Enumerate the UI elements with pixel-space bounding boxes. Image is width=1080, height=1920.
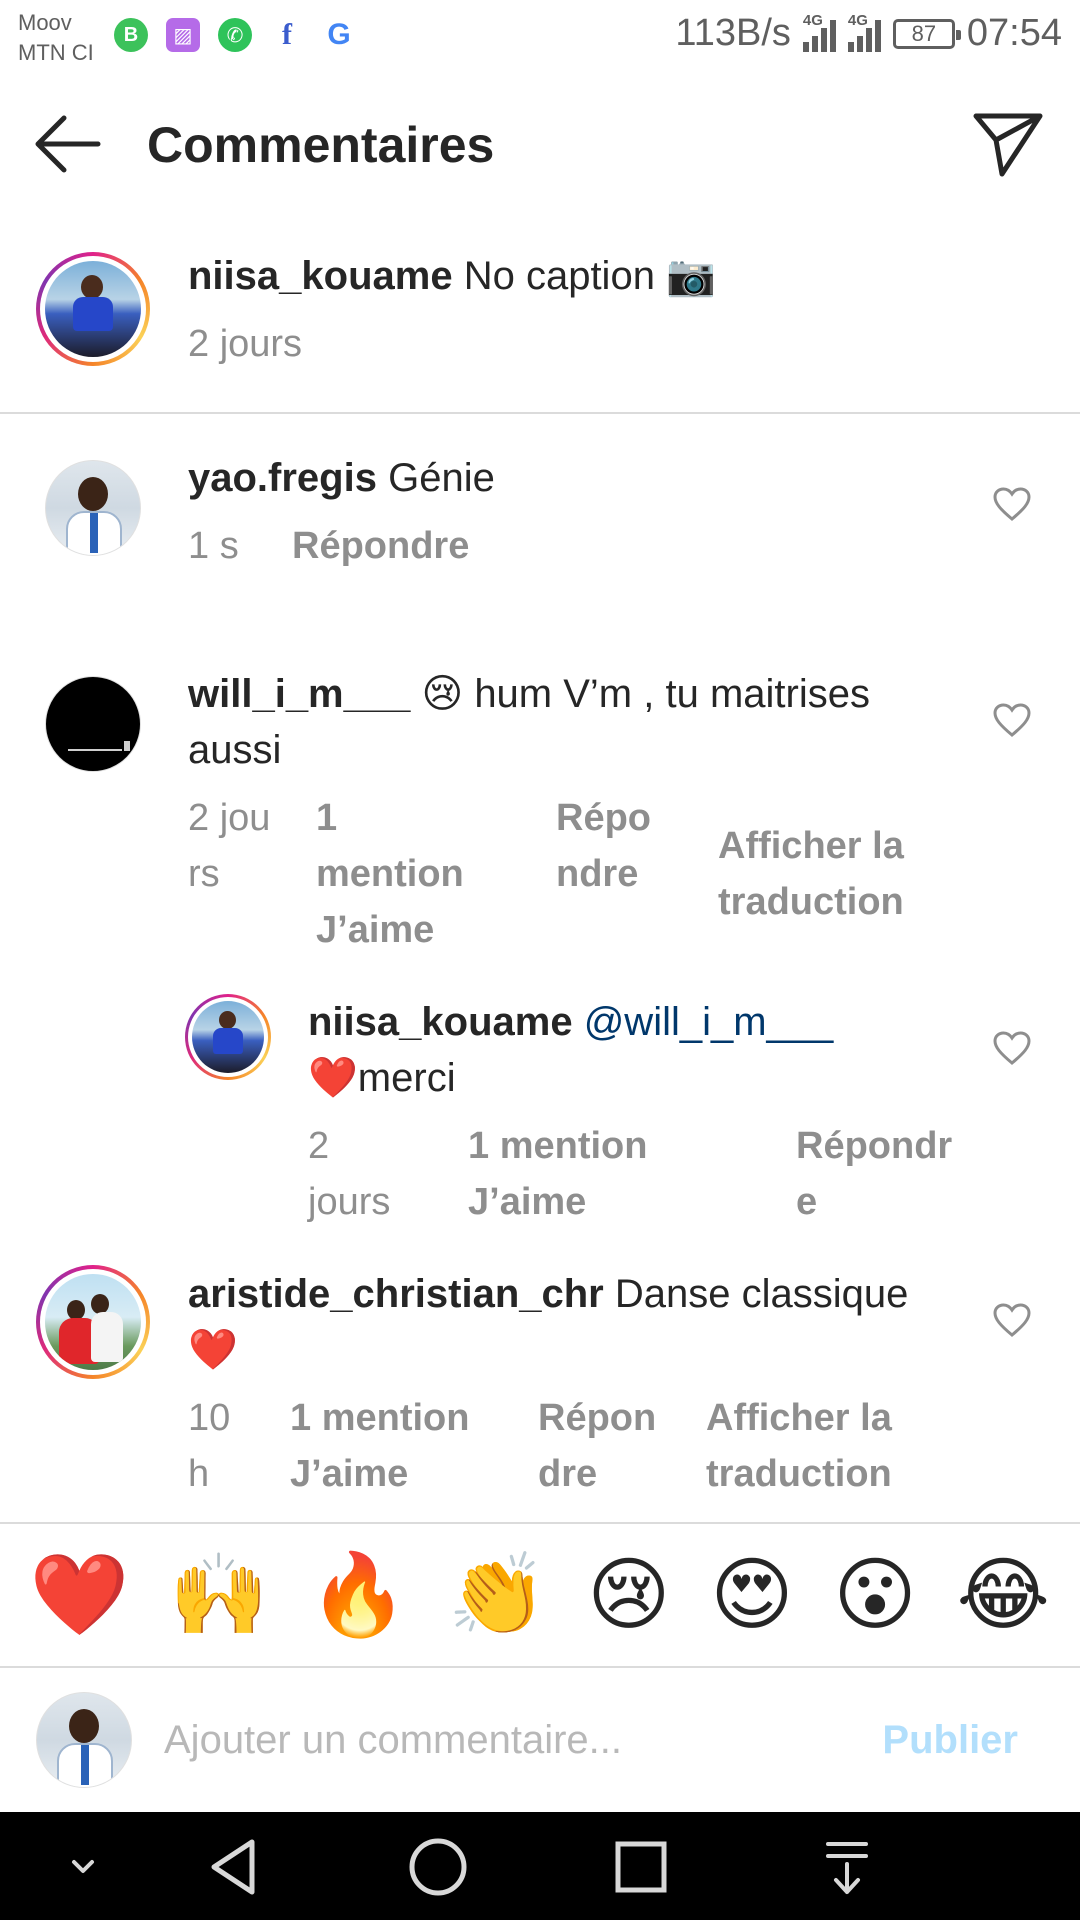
notification-icons: B ▨ ✆ f G <box>114 18 356 52</box>
comment-body: ❤️merci <box>308 1056 456 1100</box>
username[interactable]: aristide_christian_chr <box>188 1272 604 1316</box>
likes-count[interactable]: 1 mention J’aime <box>290 1390 490 1502</box>
heart-icon[interactable] <box>992 702 1032 738</box>
page-title: Commentaires <box>147 117 495 173</box>
reply-button[interactable]: Répondre <box>538 1390 668 1502</box>
fire-emoji-button[interactable]: 🔥 <box>309 1555 409 1635</box>
avatar[interactable] <box>36 252 150 366</box>
comment-body: Génie <box>388 456 495 500</box>
heart-emoji-button[interactable]: ❤️ <box>30 1555 130 1635</box>
gallery-icon: ▨ <box>166 18 200 52</box>
clapping-emoji-button[interactable]: 👏 <box>448 1555 548 1635</box>
avatar <box>36 1692 132 1788</box>
bbm-icon: B <box>114 18 148 52</box>
raised-hands-emoji-button[interactable]: 🙌 <box>169 1555 269 1635</box>
username[interactable]: yao.fregis <box>188 456 377 500</box>
carrier-names: Moov MTN CI <box>18 8 94 68</box>
reply-button[interactable]: Répondre <box>796 1118 966 1230</box>
back-triangle-icon[interactable] <box>200 1832 270 1902</box>
arrow-left-icon <box>35 115 101 173</box>
crying-emoji-button[interactable]: 😢 <box>587 1555 670 1635</box>
comment-text: yao.fregis Génie <box>188 450 495 506</box>
laughing-emoji-button[interactable]: 😂 <box>957 1555 1050 1635</box>
avatar[interactable] <box>45 460 141 556</box>
recents-square-icon[interactable] <box>606 1832 676 1902</box>
status-bar: Moov MTN CI B ▨ ✆ f G 113B/s 4G 4G 87 07… <box>0 0 1080 74</box>
avatar[interactable] <box>45 676 141 772</box>
timestamp: 2 jours <box>188 323 303 365</box>
heart-icon[interactable] <box>992 486 1032 522</box>
timestamp: 2 jours <box>308 1125 391 1223</box>
facebook-icon: f <box>270 18 304 52</box>
caption-body: No caption 📷 <box>463 254 716 298</box>
heart-icon[interactable] <box>992 1302 1032 1338</box>
translate-link[interactable]: Afficher la traduction <box>706 1390 926 1502</box>
username[interactable]: will_i_m___ <box>188 672 410 716</box>
share-button[interactable] <box>970 108 1046 180</box>
heart-eyes-emoji-button[interactable]: 😍 <box>710 1555 793 1635</box>
comment-input[interactable] <box>164 1708 844 1772</box>
signal-icon-1: 4G <box>802 12 836 52</box>
username[interactable]: niisa_kouame <box>308 1000 573 1044</box>
header: Commentaires <box>0 74 1080 214</box>
post-caption: niisa_kouame No caption 📷 2 jours <box>0 214 1080 414</box>
heart-icon[interactable] <box>992 1030 1032 1066</box>
notification-pull-icon[interactable] <box>812 1832 882 1902</box>
paper-plane-icon <box>973 113 1043 177</box>
back-button[interactable] <box>30 110 110 178</box>
comment-text: niisa_kouame @will_i_m___ ❤️merci <box>308 994 868 1106</box>
timestamp: 1 s <box>188 525 239 567</box>
publish-button[interactable]: Publier <box>882 1718 1018 1763</box>
chevron-down-icon[interactable] <box>48 1832 118 1902</box>
timestamp: 2 jours <box>188 797 271 895</box>
emoji-reaction-bar: ❤️ 🙌 🔥 👏 😢 😍 😮 😂 <box>0 1522 1080 1668</box>
clock: 07:54 <box>966 12 1062 54</box>
comment-text: will_i_m___ 😢 hum V’m , tu maitrises aus… <box>188 666 918 778</box>
avatar[interactable] <box>185 994 271 1080</box>
reply-button[interactable]: Répondre <box>292 518 469 574</box>
likes-count[interactable]: 1 mention J’aime <box>468 1118 688 1230</box>
comment-composer: Publier <box>0 1668 1080 1812</box>
network-speed: 113B/s <box>675 12 791 54</box>
translate-link[interactable]: Afficher la traduction <box>718 818 938 930</box>
surprised-emoji-button[interactable]: 😮 <box>833 1555 916 1635</box>
signal-icon-2: 4G <box>847 12 881 52</box>
system-nav-bar <box>0 1812 1080 1920</box>
timestamp: 10 h <box>188 1397 231 1495</box>
carrier-2: MTN CI <box>18 40 94 65</box>
google-icon: G <box>322 18 356 52</box>
likes-count[interactable]: 1 mention J’aime <box>316 790 486 958</box>
carrier-1: Moov <box>18 10 72 35</box>
home-circle-icon[interactable] <box>403 1832 473 1902</box>
username[interactable]: niisa_kouame <box>188 254 453 298</box>
status-indicators: 113B/s 4G 4G 87 07:54 <box>675 12 1062 55</box>
comment-text: aristide_christian_chr Danse classique❤️ <box>188 1266 918 1378</box>
caption-text: niisa_kouame No caption 📷 <box>188 248 716 304</box>
avatar[interactable] <box>36 1265 150 1379</box>
reply-button[interactable]: Répondre <box>556 790 660 902</box>
mention-link[interactable]: @will_i_m___ <box>584 1000 834 1044</box>
whatsapp-icon: ✆ <box>218 18 252 52</box>
battery-level: 87 <box>911 20 937 46</box>
battery-icon: 87 <box>892 18 961 49</box>
